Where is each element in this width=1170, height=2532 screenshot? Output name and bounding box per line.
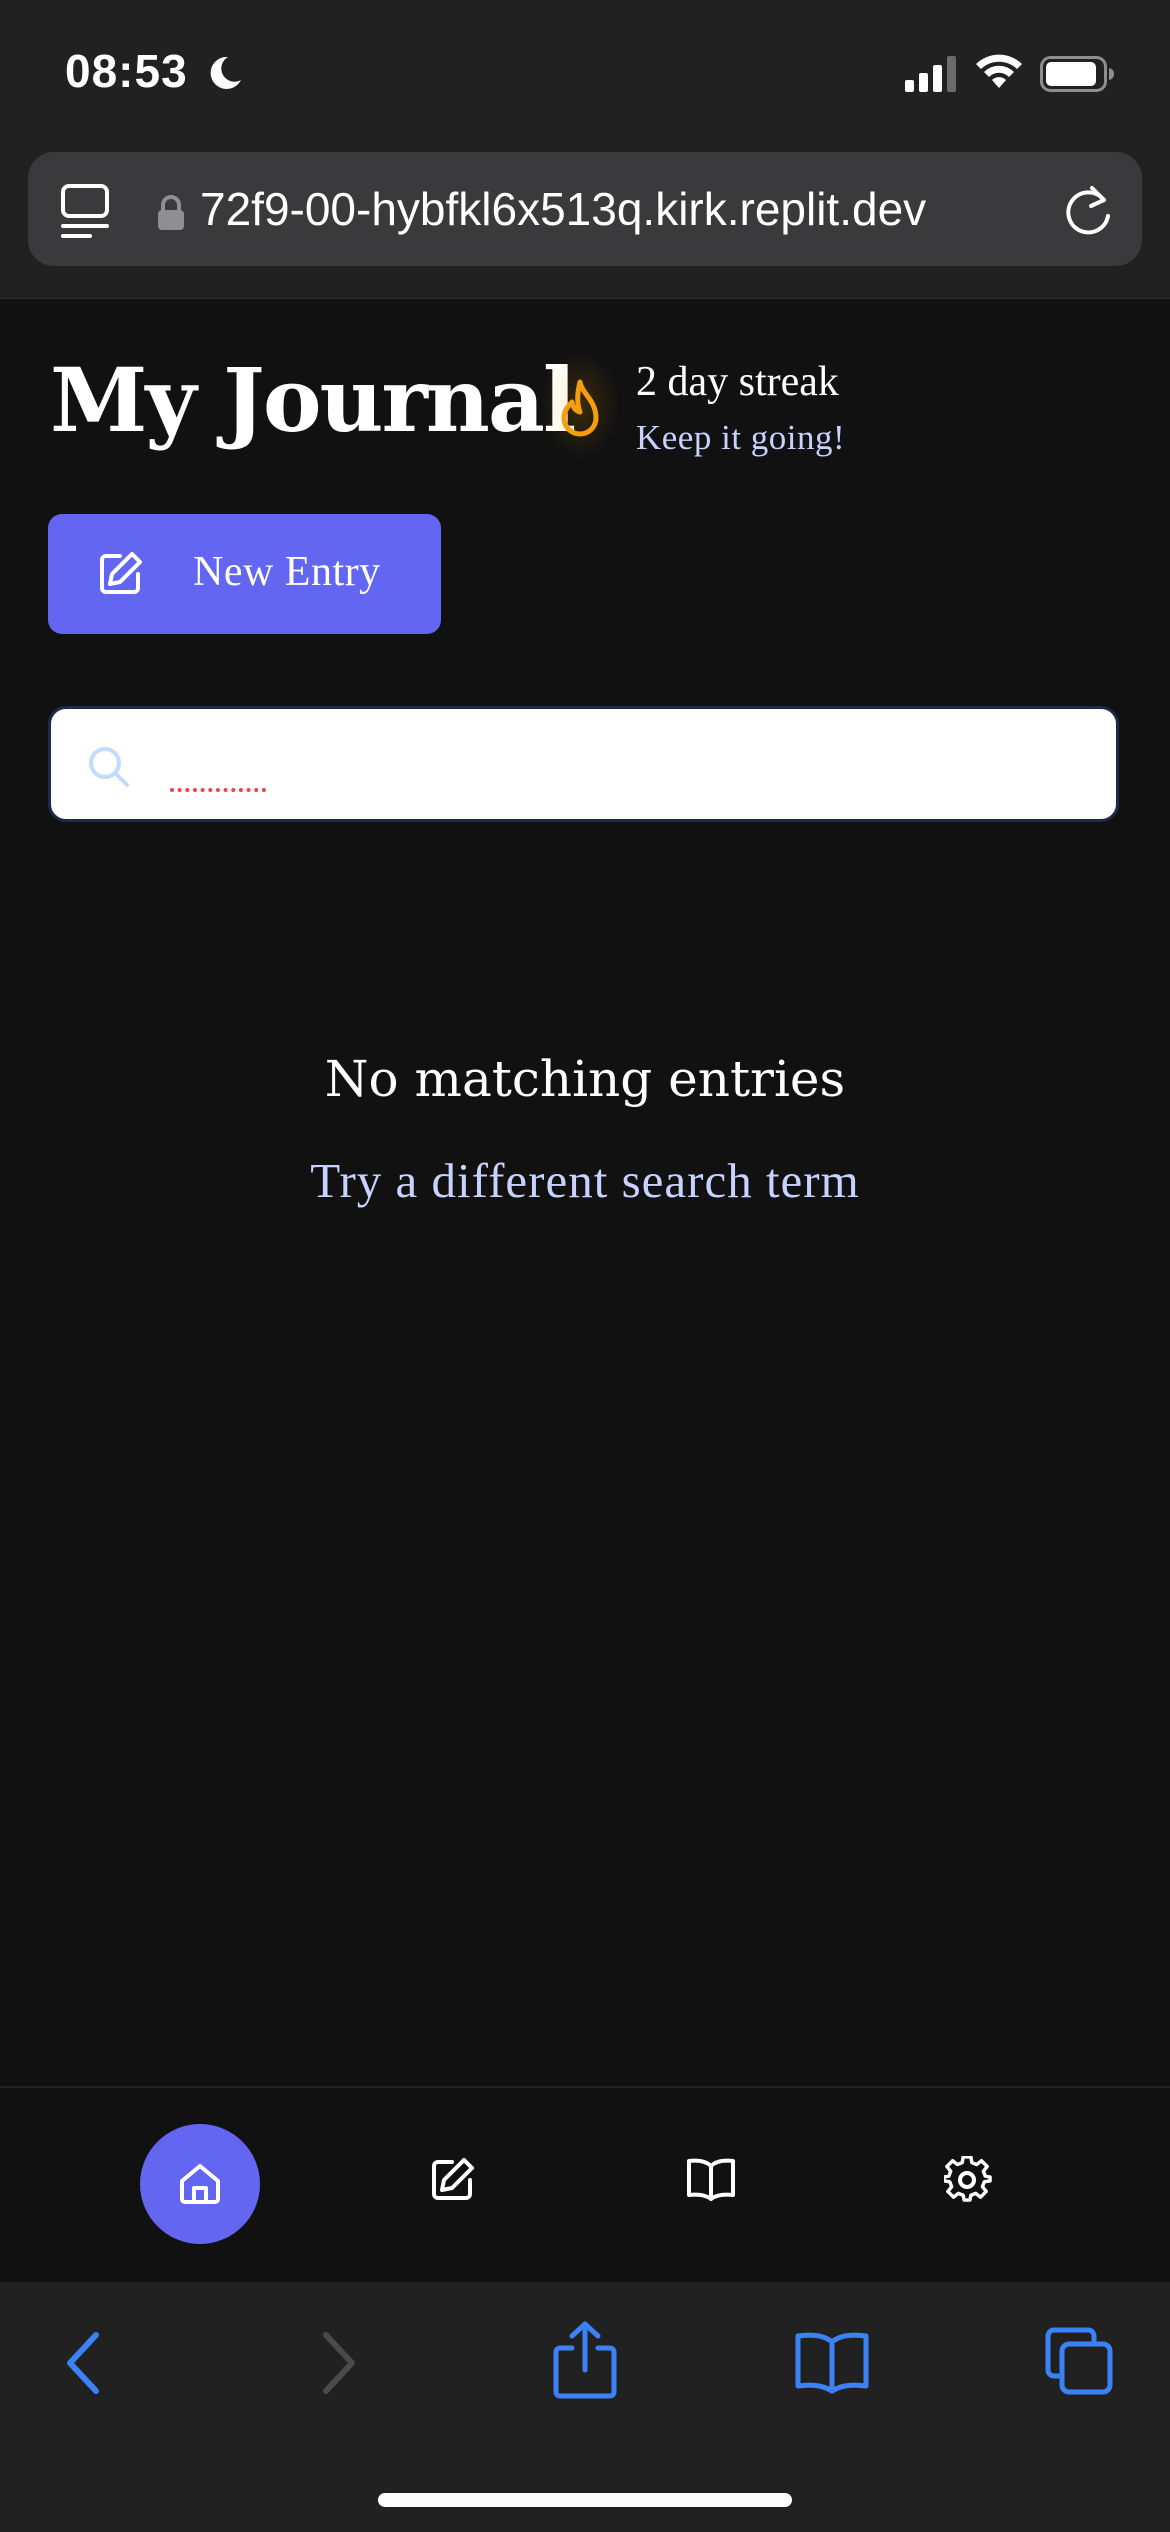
nav-home-button[interactable] [140,2124,260,2244]
search-icon [89,747,129,787]
page-title: My Journal [50,348,576,452]
search-box[interactable] [48,706,1119,822]
page-menu-icon[interactable] [60,183,112,239]
url-text[interactable]: 72f9-00-hybfkl6x513q.kirk.replit.dev [200,182,1050,236]
signal-icon [905,56,956,92]
edit-icon [100,552,142,594]
book-icon[interactable] [686,2156,736,2202]
flame-icon [561,379,599,437]
bookmarks-icon[interactable] [794,2330,870,2394]
battery-icon [1040,56,1114,92]
tabs-icon[interactable] [1044,2326,1114,2396]
lock-icon [158,195,184,230]
back-icon[interactable] [64,2330,104,2396]
home-indicator [378,2493,792,2507]
status-time: 08:53 [65,45,188,97]
forward-icon[interactable] [318,2330,358,2396]
empty-state-title: No matching entries [324,1050,846,1108]
reload-icon[interactable] [1064,184,1114,238]
share-icon[interactable] [550,2320,620,2400]
empty-state-subtitle: Try a different search term [310,1153,860,1208]
settings-icon[interactable] [944,2156,992,2204]
spellcheck-underline [170,784,266,792]
new-entry-label: New Entry [193,549,381,595]
search-input[interactable] [171,731,1075,799]
moon-icon [210,56,241,89]
new-entry-button[interactable]: New Entry [48,514,441,634]
streak-message: Keep it going! [636,418,846,457]
edit-icon[interactable] [430,2156,476,2202]
wifi-icon [976,54,1022,88]
home-icon [180,2164,220,2204]
streak-count: 2 day streak [636,359,839,405]
